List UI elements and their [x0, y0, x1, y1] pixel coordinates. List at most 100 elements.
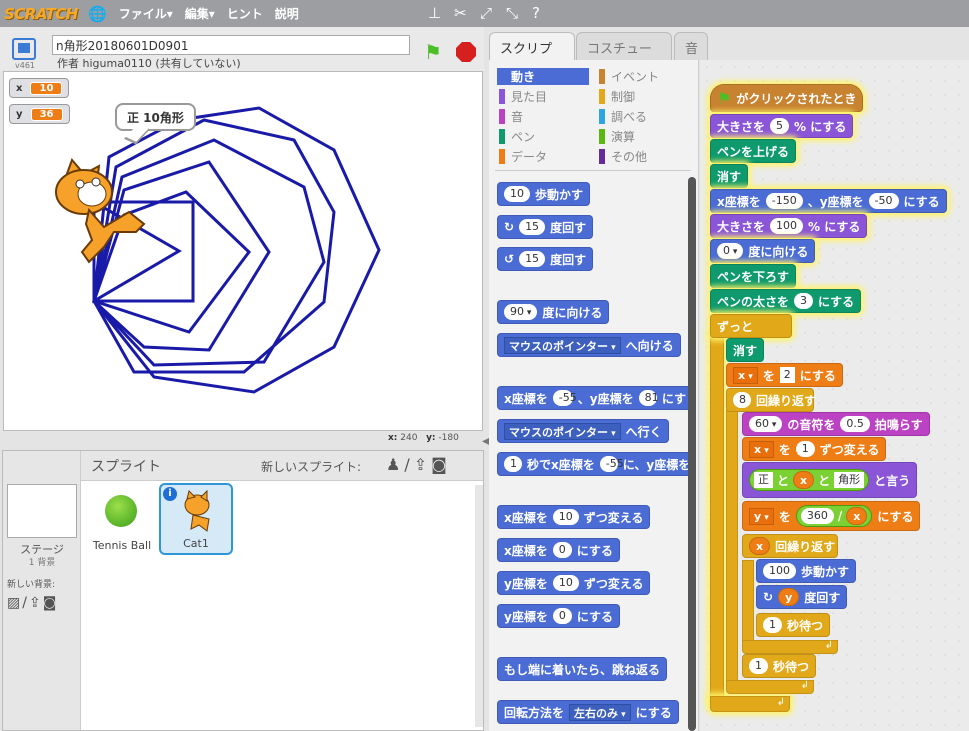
stage-canvas[interactable]: x 10 y 36 正 10角形 — [3, 71, 483, 431]
project-title-input[interactable] — [52, 35, 410, 55]
sprite-scrollbar[interactable] — [475, 485, 483, 727]
category-more-blocks[interactable]: その他 — [599, 148, 647, 165]
join-operator: 正と x と角形 — [749, 469, 870, 491]
new-sprite-tools: ♟/⇪◙ — [386, 455, 451, 474]
category-events[interactable]: イベント — [599, 68, 659, 85]
palette-goto-xy-block[interactable]: x座標を -55 、y座標を 81 にす — [497, 386, 693, 410]
palette-turn-right-block[interactable]: ↻ 15 度回す — [497, 215, 594, 239]
repeat-x-block[interactable]: x 回繰り返す — [742, 534, 838, 558]
paint-backdrop-icon[interactable]: ▨ — [7, 595, 22, 611]
forever-c-bottom: ↲ — [710, 696, 790, 712]
delete-scissors-icon[interactable]: ✂ — [454, 4, 467, 22]
forever-block[interactable]: ずっと — [710, 314, 792, 338]
variable-value-x: 10 — [30, 81, 63, 95]
turn-left-icon: ↺ — [504, 252, 515, 266]
set-var-y-block[interactable]: yを 360/x にする — [742, 501, 921, 531]
turn-right-icon: ↻ — [763, 590, 774, 604]
set-size-block[interactable]: 大きさを 5% にする — [710, 114, 854, 138]
stage-thumbnail[interactable] — [7, 484, 77, 538]
pen-drawing — [55, 106, 381, 394]
globe-icon[interactable]: 🌐 — [88, 5, 107, 23]
block-palette: 動き イベント 見た目 制御 音 調べる ペン 演算 データ その他 10 歩動か… — [489, 60, 699, 731]
speech-bubble: 正 10角形 — [115, 103, 196, 131]
tab-costumes[interactable]: コスチューム — [576, 32, 672, 76]
tennis-ball-icon — [105, 495, 137, 527]
palette-goto-block[interactable]: マウスのポインターへ行く — [497, 419, 669, 443]
variable-value-y: 36 — [30, 107, 63, 121]
palette-change-y-block[interactable]: y座標を 10 ずつ変える — [497, 571, 651, 595]
shrink-icon[interactable]: ⤡ — [506, 4, 518, 22]
new-backdrop-tools: ▨/⇪◙ — [7, 595, 58, 611]
palette-rotation-style-block[interactable]: 回転方法を左右のみにする — [497, 700, 679, 724]
tab-sounds[interactable]: 音 — [674, 32, 708, 60]
pen-up-block[interactable]: ペンを上げる — [710, 139, 797, 163]
move-block[interactable]: 100 歩動かす — [756, 559, 857, 583]
repeat-8-block[interactable]: 8 回繰り返す — [726, 388, 816, 412]
play-note-block[interactable]: 60の音符を0.5拍鳴らす — [742, 412, 930, 436]
set-pen-size-block[interactable]: ペンの太さを 3 にする — [710, 289, 862, 313]
say-block[interactable]: 正と x と角形 と言う — [742, 462, 918, 498]
category-control[interactable]: 制御 — [599, 88, 635, 105]
set-var-x-block[interactable]: xを2にする — [726, 363, 843, 387]
scripts-area[interactable]: ↲ ↲ ↲ ⚑ がクリックされたとき 大きさを 5% にする ペンを上げる 消す x… — [700, 60, 969, 731]
category-sensing[interactable]: 調べる — [599, 108, 647, 125]
repeatx-c-bottom: ↲ — [742, 640, 838, 654]
variable-monitor-y[interactable]: y 36 — [9, 104, 70, 124]
repeat8-c-bottom: ↲ — [726, 680, 814, 694]
when-flag-clicked-block[interactable]: ⚑ がクリックされたとき — [710, 84, 864, 112]
brush-backdrop-icon[interactable]: / — [22, 595, 29, 611]
backdrop-count: 1 背景 — [28, 558, 56, 568]
presentation-mode-icon[interactable] — [12, 38, 36, 60]
category-pen[interactable]: ペン — [499, 128, 535, 145]
change-var-x-block[interactable]: xを1ずつ変える — [742, 437, 887, 461]
scratch-logo[interactable]: SCRATCH — [4, 5, 78, 23]
menu-tips[interactable]: ヒント — [227, 5, 263, 22]
stage-column: ステージ 1 背景 新しい背景: ▨/⇪◙ — [3, 451, 81, 730]
tab-scripts[interactable]: スクリプト — [489, 32, 575, 76]
menu-edit[interactable]: 編集▾ — [185, 5, 215, 22]
palette-move-block[interactable]: 10 歩動かす — [497, 182, 591, 206]
menu-file[interactable]: ファイル▾ — [119, 5, 173, 22]
palette-bounce-block[interactable]: もし端に着いたら、跳ね返る — [497, 657, 668, 681]
duplicate-stamp-icon[interactable]: ⊥ — [428, 4, 441, 22]
palette-change-x-block[interactable]: x座標を 10 ずつ変える — [497, 505, 651, 529]
clear-block[interactable]: 消す — [710, 164, 749, 188]
turn-right-block[interactable]: ↻ y 度回す — [756, 585, 848, 609]
forever-c-arm — [710, 335, 724, 705]
sprite-tile-tennis-ball[interactable]: Tennis Ball — [85, 483, 159, 555]
sprite-tile-cat1[interactable]: i Cat1 — [159, 483, 233, 555]
menu-about[interactable]: 説明 — [275, 5, 299, 22]
point-direction-block[interactable]: 0度に向ける — [710, 239, 816, 263]
category-looks[interactable]: 見た目 — [499, 88, 547, 105]
category-data[interactable]: データ — [499, 148, 547, 165]
clear-inner-block[interactable]: 消す — [726, 338, 765, 362]
pen-down-block[interactable]: ペンを下ろす — [710, 264, 797, 288]
category-motion[interactable]: 動き — [497, 68, 589, 85]
upload-backdrop-icon[interactable]: ⇪ — [29, 595, 43, 611]
sprite-library-icon[interactable]: ♟ — [386, 455, 404, 474]
palette-scrollbar[interactable] — [688, 177, 696, 731]
palette-point-towards-block[interactable]: マウスのポインターへ向ける — [497, 333, 681, 357]
camera-backdrop-icon[interactable]: ◙ — [43, 595, 59, 611]
palette-set-y-block[interactable]: y座標を 0 にする — [497, 604, 620, 628]
wait-outer-block[interactable]: 1 秒待つ — [742, 654, 817, 678]
palette-divider — [495, 170, 691, 171]
palette-set-x-block[interactable]: x座標を 0 にする — [497, 538, 620, 562]
green-flag-icon[interactable]: ⚑ — [424, 40, 442, 64]
variable-monitor-x[interactable]: x 10 — [9, 78, 70, 98]
wait-inner-block[interactable]: 1 秒待つ — [756, 613, 831, 637]
category-sound[interactable]: 音 — [499, 108, 523, 125]
palette-glide-block[interactable]: 1 秒でx座標を -55 に、y座標を — [497, 452, 693, 476]
set-size-100-block[interactable]: 大きさを 100% にする — [710, 214, 868, 238]
turn-right-icon: ↻ — [504, 220, 515, 234]
category-operators[interactable]: 演算 — [599, 128, 635, 145]
grow-icon[interactable]: ⤢ — [480, 4, 492, 22]
paint-sprite-icon[interactable]: / — [404, 455, 413, 474]
camera-sprite-icon[interactable]: ◙ — [431, 455, 451, 474]
goto-xy-block[interactable]: x座標を -150 、y座標を -50 にする — [710, 189, 947, 213]
help-icon[interactable]: ? — [532, 4, 540, 22]
stop-sign-icon[interactable] — [456, 42, 476, 62]
palette-point-direction-block[interactable]: 90度に向ける — [497, 300, 610, 324]
palette-turn-left-block[interactable]: ↺ 15 度回す — [497, 247, 594, 271]
upload-sprite-icon[interactable]: ⇪ — [414, 455, 431, 474]
